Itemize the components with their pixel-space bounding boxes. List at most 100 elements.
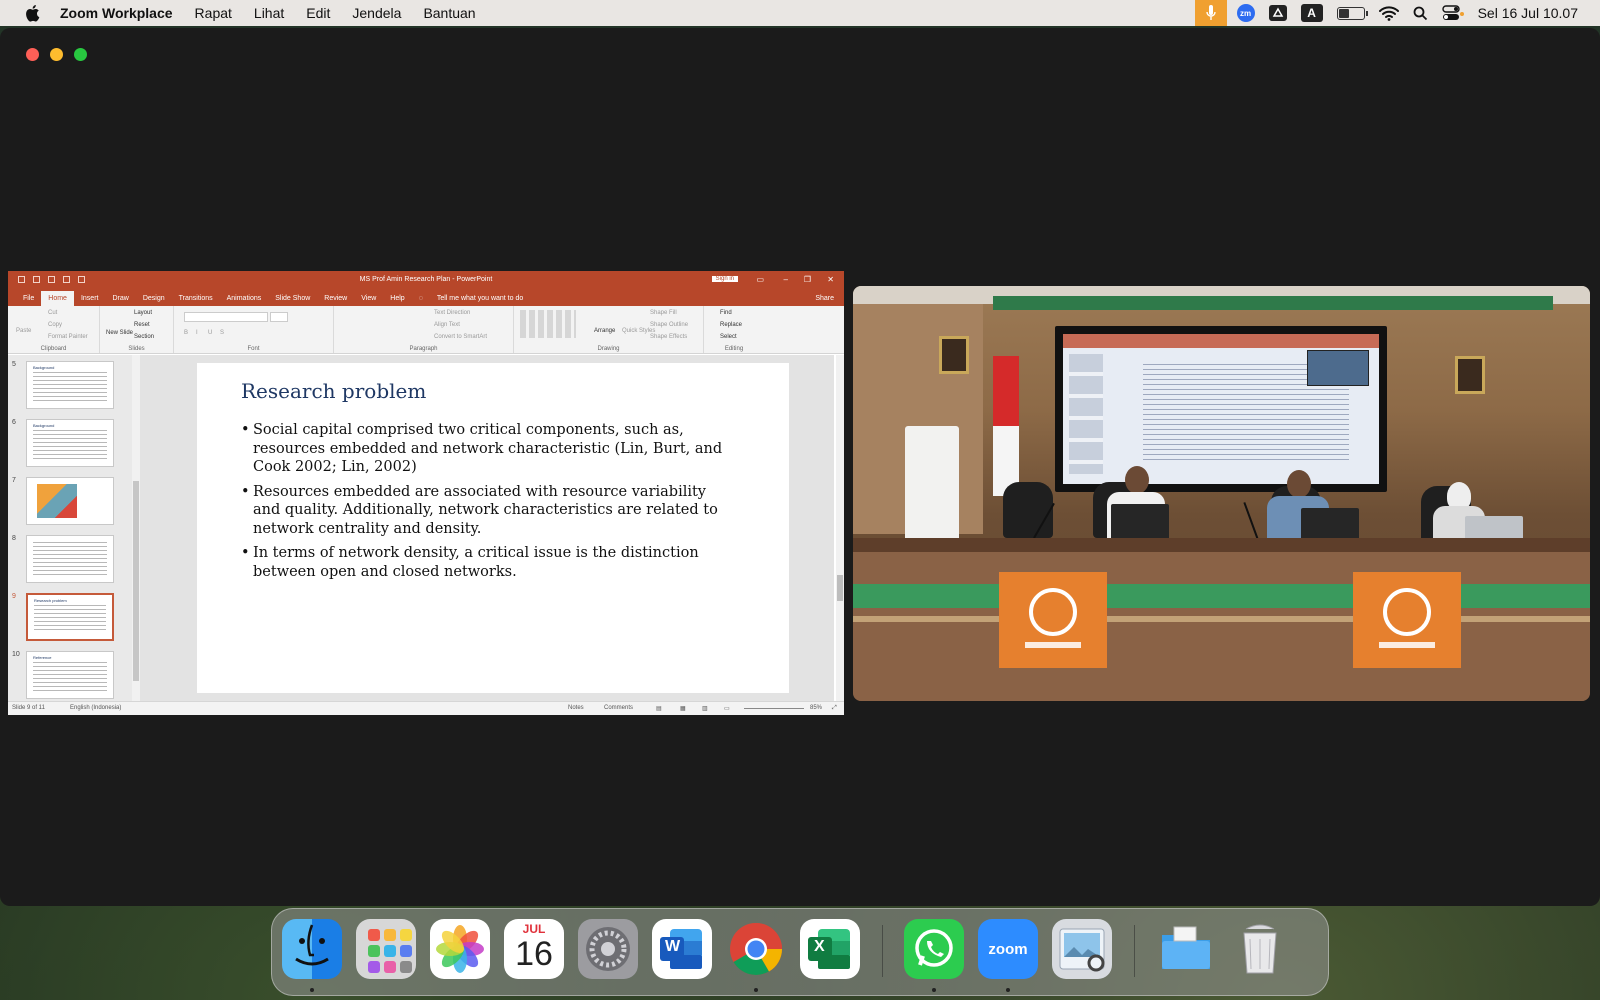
thumbnail-scrollbar[interactable] <box>132 355 140 701</box>
menu-lihat[interactable]: Lihat <box>254 5 284 21</box>
tab-slide-show[interactable]: Slide Show <box>268 291 317 306</box>
comments-button[interactable]: Comments <box>604 705 633 711</box>
layout-button[interactable]: Layout <box>134 310 152 316</box>
participant-video[interactable] <box>853 286 1590 701</box>
menu-edit[interactable]: Edit <box>306 5 330 21</box>
fit-slide-icon[interactable]: ⤢ <box>832 705 837 712</box>
current-slide[interactable]: Research problem Social capital comprise… <box>197 363 789 693</box>
underline-icon[interactable]: U <box>208 330 212 336</box>
tab-transitions[interactable]: Transitions <box>172 291 220 306</box>
system-settings-icon[interactable] <box>578 919 638 979</box>
shape-effects-button[interactable]: Shape Effects <box>650 334 687 340</box>
finder-icon[interactable] <box>282 919 342 979</box>
downloads-folder-icon[interactable] <box>1156 919 1216 979</box>
wifi-icon[interactable] <box>1378 5 1399 21</box>
zoom-level[interactable]: 85% <box>810 705 822 711</box>
zoom-status-icon[interactable]: zm <box>1236 4 1255 22</box>
bold-icon[interactable]: B <box>184 330 188 336</box>
tab-animations[interactable]: Animations <box>220 291 269 306</box>
slide-scrollbar[interactable] <box>836 355 844 701</box>
select-button[interactable]: Select <box>720 334 737 340</box>
tab-draw[interactable]: Draw <box>105 291 135 306</box>
tab-design[interactable]: Design <box>136 291 172 306</box>
whatsapp-icon[interactable] <box>904 919 964 979</box>
strikethrough-icon[interactable]: S <box>220 330 224 336</box>
notes-button[interactable]: Notes <box>568 705 584 711</box>
menu-app-name[interactable]: Zoom Workplace <box>60 5 173 21</box>
reset-button[interactable]: Reset <box>134 322 150 328</box>
reading-view-icon[interactable]: ▥ <box>702 705 708 712</box>
share-button[interactable]: Share <box>815 295 834 302</box>
apple-icon[interactable] <box>22 3 42 23</box>
slide-thumbnail[interactable]: Background <box>26 361 114 409</box>
drive-icon[interactable] <box>1268 5 1287 21</box>
search-icon[interactable] <box>1413 6 1428 21</box>
slide-sorter-icon[interactable]: ▦ <box>680 705 686 712</box>
maximize-window-icon[interactable] <box>74 48 87 61</box>
tab-home[interactable]: Home <box>41 291 74 306</box>
battery-icon[interactable] <box>1336 6 1368 20</box>
language-indicator[interactable]: English (Indonesia) <box>70 705 121 711</box>
microsoft-word-icon[interactable]: W <box>652 919 712 979</box>
menu-jendela[interactable]: Jendela <box>352 5 401 21</box>
keyboard-input-icon[interactable]: A <box>1300 4 1323 22</box>
zoom-slider[interactable] <box>744 708 804 709</box>
tab-file[interactable]: File <box>16 291 41 306</box>
paste-button[interactable]: Paste <box>16 328 31 334</box>
font-name-box[interactable] <box>184 312 268 322</box>
convert-smartart-button[interactable]: Convert to SmartArt <box>434 334 487 340</box>
shape-outline-button[interactable]: Shape Outline <box>650 322 688 328</box>
restore-icon[interactable]: ❐ <box>804 275 811 284</box>
microphone-icon[interactable] <box>1194 0 1227 26</box>
close-icon[interactable]: ✕ <box>827 275 834 284</box>
desk-stripe <box>853 584 1590 608</box>
format-painter-button[interactable]: Format Painter <box>48 334 88 340</box>
align-text-button[interactable]: Align Text <box>434 322 460 328</box>
tab-review[interactable]: Review <box>317 291 354 306</box>
slide-thumbnail[interactable] <box>26 535 114 583</box>
tell-me-search[interactable]: Tell me what you want to do <box>430 291 530 306</box>
zoom-app-icon[interactable]: zoom <box>978 919 1038 979</box>
font-size-box[interactable] <box>270 312 288 322</box>
shape-fill-button[interactable]: Shape Fill <box>650 310 677 316</box>
normal-view-icon[interactable]: ▤ <box>656 705 662 712</box>
slide-thumbnail[interactable]: Reference <box>26 651 114 699</box>
menu-bantuan[interactable]: Bantuan <box>423 5 475 21</box>
tab-help[interactable]: Help <box>383 291 411 306</box>
slideshow-icon[interactable]: ▭ <box>724 705 730 712</box>
italic-icon[interactable]: I <box>196 330 198 336</box>
tab-insert[interactable]: Insert <box>74 291 106 306</box>
cut-button[interactable]: Cut <box>48 310 57 316</box>
control-center-icon[interactable] <box>1441 5 1464 21</box>
launchpad-icon[interactable] <box>356 919 416 979</box>
menu-rapat[interactable]: Rapat <box>195 5 232 21</box>
preview-icon[interactable] <box>1052 919 1112 979</box>
text-direction-button[interactable]: Text Direction <box>434 310 470 316</box>
microsoft-excel-icon[interactable]: X <box>800 919 860 979</box>
shapes-gallery[interactable] <box>520 310 576 338</box>
copy-button[interactable]: Copy <box>48 322 62 328</box>
new-slide-button[interactable]: New Slide <box>106 330 133 336</box>
minimize-icon[interactable]: – <box>784 275 788 284</box>
shared-screen-powerpoint[interactable]: MS Prof Amin Research Plan - PowerPoint … <box>8 271 844 715</box>
ribbon-display-icon[interactable]: ▭ <box>756 275 764 284</box>
close-window-icon[interactable] <box>26 48 39 61</box>
sign-in-button[interactable]: Sign in <box>711 276 738 282</box>
tab-view[interactable]: View <box>354 291 383 306</box>
photos-icon[interactable] <box>430 919 490 979</box>
menubar-clock[interactable]: Sel 16 Jul 10.07 <box>1478 5 1578 21</box>
slide-thumbnail[interactable] <box>26 477 114 525</box>
bullet-item: Resources embedded are associated with r… <box>241 483 737 539</box>
paragraph-group: Text Direction Align Text Convert to Sma… <box>334 306 514 353</box>
slide-thumbnail[interactable]: Background <box>26 419 114 467</box>
section-button[interactable]: Section <box>134 334 154 340</box>
replace-button[interactable]: Replace <box>720 322 742 328</box>
slide-thumbnail-selected[interactable]: Research problem <box>26 593 114 641</box>
google-chrome-icon[interactable] <box>726 919 786 979</box>
trash-icon[interactable] <box>1230 919 1290 979</box>
find-button[interactable]: Find <box>720 310 732 316</box>
arrange-button[interactable]: Arrange <box>594 328 615 334</box>
bullet-item: In terms of network density, a critical … <box>241 544 737 581</box>
calendar-icon[interactable]: JUL 16 <box>504 919 564 979</box>
minimize-window-icon[interactable] <box>50 48 63 61</box>
